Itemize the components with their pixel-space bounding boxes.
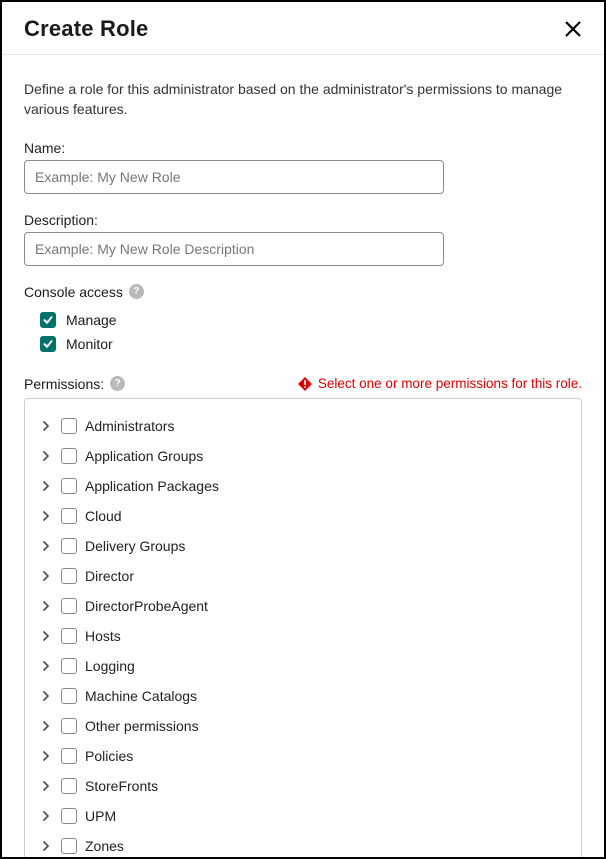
- close-button[interactable]: [560, 16, 586, 42]
- permission-group-row: Other permissions: [35, 711, 571, 741]
- chevron-right-icon[interactable]: [39, 539, 53, 553]
- checkbox[interactable]: [61, 508, 77, 524]
- permissions-label: Permissions:: [24, 376, 104, 392]
- permission-group-label: UPM: [85, 808, 116, 824]
- chevron-right-icon[interactable]: [39, 569, 53, 583]
- checkbox[interactable]: [61, 778, 77, 794]
- close-icon: [563, 19, 583, 39]
- checkbox[interactable]: [61, 808, 77, 824]
- checkbox[interactable]: [61, 688, 77, 704]
- permission-group-row: Application Groups: [35, 441, 571, 471]
- checkbox[interactable]: [61, 658, 77, 674]
- permission-group-row: Zones: [35, 831, 571, 859]
- permissions-label-row: Permissions: ?: [24, 376, 125, 392]
- console-access-list: Manage Monitor: [24, 308, 582, 356]
- dialog-body: Define a role for this administrator bas…: [2, 55, 604, 859]
- description-input[interactable]: [24, 232, 444, 266]
- permission-group-row: Application Packages: [35, 471, 571, 501]
- permission-group-label: Application Packages: [85, 478, 219, 494]
- permission-group-row: Delivery Groups: [35, 531, 571, 561]
- chevron-right-icon[interactable]: [39, 629, 53, 643]
- permission-group-row: Administrators: [35, 411, 571, 441]
- permission-group-row: StoreFronts: [35, 771, 571, 801]
- permission-group-label: Other permissions: [85, 718, 199, 734]
- name-label: Name:: [24, 140, 582, 156]
- console-access-label: Console access: [24, 284, 123, 300]
- permission-group-row: Cloud: [35, 501, 571, 531]
- permission-group-label: Delivery Groups: [85, 538, 185, 554]
- checkbox[interactable]: [61, 838, 77, 854]
- permission-group-label: Hosts: [85, 628, 121, 644]
- checkbox[interactable]: [61, 748, 77, 764]
- chevron-right-icon[interactable]: [39, 809, 53, 823]
- console-access-item: Monitor: [24, 332, 582, 356]
- permissions-list: Administrators Application Groups Applicat…: [24, 398, 582, 859]
- dialog-title: Create Role: [24, 16, 148, 42]
- chevron-right-icon[interactable]: [39, 659, 53, 673]
- permission-group-row: Policies: [35, 741, 571, 771]
- checkbox[interactable]: [40, 336, 56, 352]
- checkbox[interactable]: [61, 628, 77, 644]
- permission-group-row: DirectorProbeAgent: [35, 591, 571, 621]
- name-input[interactable]: [24, 160, 444, 194]
- console-access-item-label: Manage: [66, 312, 117, 328]
- console-access-item: Manage: [24, 308, 582, 332]
- chevron-right-icon[interactable]: [39, 839, 53, 853]
- chevron-right-icon[interactable]: [39, 419, 53, 433]
- checkbox[interactable]: [61, 598, 77, 614]
- chevron-right-icon[interactable]: [39, 509, 53, 523]
- chevron-right-icon[interactable]: [39, 719, 53, 733]
- permission-group-label: Director: [85, 568, 134, 584]
- permissions-error-text: Select one or more permissions for this …: [318, 376, 582, 391]
- permission-group-label: Administrators: [85, 418, 174, 434]
- permission-group-label: Cloud: [85, 508, 122, 524]
- checkbox[interactable]: [61, 448, 77, 464]
- permission-group-row: Logging: [35, 651, 571, 681]
- chevron-right-icon[interactable]: [39, 479, 53, 493]
- permission-group-label: DirectorProbeAgent: [85, 598, 208, 614]
- checkbox[interactable]: [61, 568, 77, 584]
- help-icon[interactable]: ?: [129, 284, 144, 299]
- checkbox[interactable]: [61, 538, 77, 554]
- chevron-right-icon[interactable]: [39, 749, 53, 763]
- permission-group-label: Policies: [85, 748, 133, 764]
- permission-group-label: Machine Catalogs: [85, 688, 197, 704]
- dialog-header: Create Role: [2, 2, 604, 55]
- permission-group-label: Application Groups: [85, 448, 203, 464]
- console-access-item-label: Monitor: [66, 336, 113, 352]
- permission-group-label: Zones: [85, 838, 124, 854]
- chevron-right-icon[interactable]: [39, 599, 53, 613]
- permissions-error: Select one or more permissions for this …: [298, 376, 582, 391]
- intro-text: Define a role for this administrator bas…: [24, 79, 582, 120]
- error-icon: [298, 377, 312, 391]
- permissions-header: Permissions: ? Select one or more permis…: [24, 376, 582, 392]
- permission-group-row: Director: [35, 561, 571, 591]
- dialog-create-role: Create Role Define a role for this admin…: [0, 0, 606, 859]
- chevron-right-icon[interactable]: [39, 779, 53, 793]
- help-icon[interactable]: ?: [110, 376, 125, 391]
- description-label: Description:: [24, 212, 582, 228]
- console-access-label-row: Console access ?: [24, 284, 582, 300]
- checkbox[interactable]: [40, 312, 56, 328]
- checkbox[interactable]: [61, 718, 77, 734]
- chevron-right-icon[interactable]: [39, 689, 53, 703]
- permission-group-row: UPM: [35, 801, 571, 831]
- checkbox[interactable]: [61, 478, 77, 494]
- permission-group-row: Hosts: [35, 621, 571, 651]
- permission-group-label: Logging: [85, 658, 135, 674]
- chevron-right-icon[interactable]: [39, 449, 53, 463]
- permission-group-label: StoreFronts: [85, 778, 158, 794]
- permission-group-row: Machine Catalogs: [35, 681, 571, 711]
- checkbox[interactable]: [61, 418, 77, 434]
